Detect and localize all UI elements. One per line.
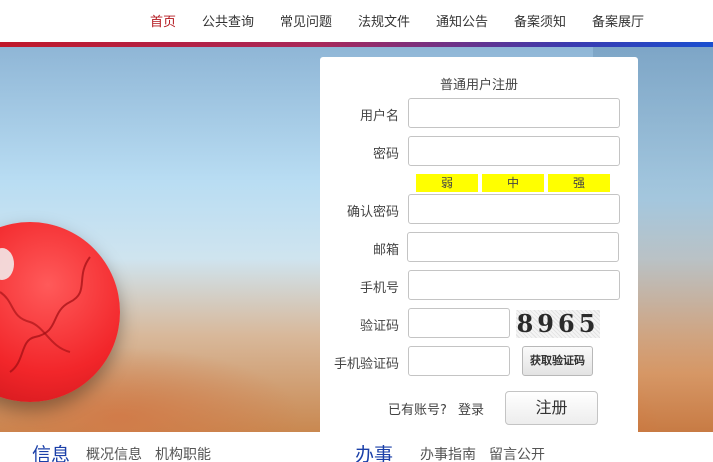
- form-title: 普通用户注册: [439, 78, 518, 93]
- strength-medium: 中: [482, 174, 544, 192]
- get-code-button[interactable]: 获取验证码: [522, 346, 593, 376]
- login-link[interactable]: 登录: [458, 399, 484, 418]
- nav-item-public-query[interactable]: 公共查询: [202, 11, 254, 30]
- username-input[interactable]: [408, 98, 620, 128]
- strength-weak: 弱: [416, 174, 478, 192]
- nav-item-regulations[interactable]: 法规文件: [358, 11, 410, 30]
- puzzle-image: [0, 222, 120, 402]
- service-section-title: 办事: [355, 444, 394, 462]
- register-button[interactable]: 注册: [505, 391, 598, 425]
- confirm-password-input[interactable]: [408, 194, 620, 224]
- captcha-image[interactable]: 8965: [516, 310, 600, 338]
- password-input[interactable]: [408, 136, 620, 166]
- service-link-guide[interactable]: 办事指南: [420, 444, 476, 462]
- top-navigation: 首页 公共查询 常见问题 法规文件 通知公告 备案须知 备案展厅: [0, 0, 713, 42]
- phone-label: 手机号: [359, 281, 399, 296]
- nav-item-filing-guide[interactable]: 备案须知: [514, 11, 566, 30]
- info-section-title: 信息: [32, 444, 71, 462]
- strength-strong: 强: [548, 174, 610, 192]
- nav-item-faq[interactable]: 常见问题: [280, 11, 332, 30]
- captcha-input[interactable]: [408, 308, 510, 338]
- username-label: 用户名: [359, 109, 399, 124]
- sms-code-label: 手机验证码: [333, 357, 399, 372]
- service-link-messages[interactable]: 留言公开: [489, 444, 545, 462]
- confirm-password-label: 确认密码: [346, 205, 399, 220]
- sms-code-input[interactable]: [408, 346, 510, 376]
- info-link-overview[interactable]: 概况信息: [86, 444, 142, 462]
- info-link-functions[interactable]: 机构职能: [155, 444, 211, 462]
- captcha-label: 验证码: [359, 319, 399, 334]
- register-panel: 普通用户注册 用户名 密码 弱 中 强 确认密码 邮箱 手机号 验证码 8965…: [320, 57, 638, 432]
- have-account-text: 已有账号?: [388, 403, 447, 418]
- email-label: 邮箱: [372, 243, 399, 258]
- email-input[interactable]: [407, 232, 619, 262]
- bottom-sections: 信息 概况信息 机构职能 办事 办事指南 留言公开: [0, 432, 713, 462]
- nav-item-notices[interactable]: 通知公告: [436, 11, 488, 30]
- phone-input[interactable]: [408, 270, 620, 300]
- password-label: 密码: [372, 147, 399, 162]
- nav-item-home[interactable]: 首页: [150, 11, 176, 30]
- nav-item-filing-hall[interactable]: 备案展厅: [592, 11, 644, 30]
